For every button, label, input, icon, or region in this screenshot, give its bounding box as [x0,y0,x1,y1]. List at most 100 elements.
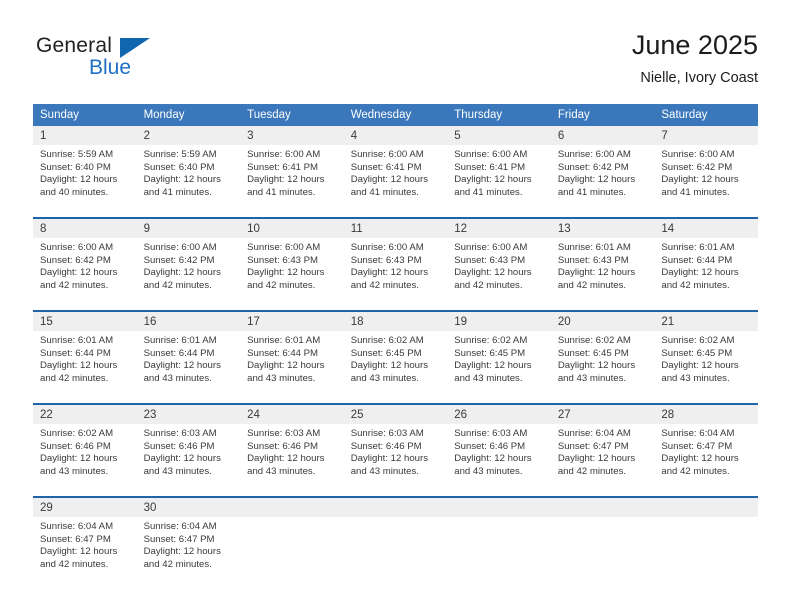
day-cell-9[interactable]: Sunrise: 6:00 AM Sunset: 6:42 PM Daylight:… [136,238,241,310]
day-cell-7[interactable]: Sunrise: 6:00 AM Sunset: 6:42 PM Daylight:… [654,145,758,217]
day-sunrise-text: Sunrise: 6:00 AM [557,149,631,160]
day-cell-27[interactable]: Sunrise: 6:04 AM Sunset: 6:47 PM Daylight:… [550,424,655,496]
day-daylight-line1-text: Daylight: 12 hours [350,267,429,279]
day-cell-11[interactable]: Sunrise: 6:00 AM Sunset: 6:43 PM Daylight:… [343,238,448,310]
day-number-20[interactable]: 20 [550,312,655,331]
day-cell-29[interactable]: Sunrise: 6:04 AM Sunset: 6:47 PM Daylight:… [33,517,137,589]
day-number-25[interactable]: 25 [343,405,448,424]
day-number-23[interactable]: 23 [136,405,241,424]
day-cell-21[interactable]: Sunrise: 6:02 AM Sunset: 6:45 PM Daylight:… [654,331,758,403]
day-daylight-line1-text: Daylight: 12 hours [661,360,739,372]
day-number-9[interactable]: 9 [136,219,241,238]
day-daylight-line1-text: Daylight: 12 hours [557,453,636,465]
day-daylight-line1-text: Daylight: 12 hours [143,174,221,186]
day-number-28[interactable]: 28 [654,405,758,424]
day-cell-2[interactable]: Sunrise: 5:59 AM Sunset: 6:40 PM Daylight:… [136,145,241,217]
day-number-16[interactable]: 16 [136,312,241,331]
day-cell-20[interactable]: Sunrise: 6:02 AM Sunset: 6:45 PM Daylight:… [550,331,655,403]
day-sunrise-text: Sunrise: 6:00 AM [247,242,321,253]
logo-generalblue[interactable]: General Blue [36,34,216,90]
day-number-17[interactable]: 17 [240,312,344,331]
day-cell-24[interactable]: Sunrise: 6:03 AM Sunset: 6:46 PM Daylight:… [240,424,344,496]
day-number-12[interactable]: 12 [447,219,551,238]
day-cell-1[interactable]: Sunrise: 5:59 AM Sunset: 6:40 PM Daylight:… [33,145,137,217]
day-number-2[interactable]: 2 [136,126,241,145]
calendar-page: General Blue June 2025 Nielle, Ivory Coa… [0,0,792,612]
day-number-24[interactable]: 24 [240,405,344,424]
calendar-info-row: Sunrise: 6:01 AM Sunset: 6:44 PM Daylight:… [33,331,758,403]
calendar-body: 1 2 3 4 5 6 7 Sunrise: 5:59 AM Sunset: 6:40 PM Da… [33,126,758,589]
day-number-14[interactable]: 14 [654,219,758,238]
day-sunrise-text: Sunrise: 6:00 AM [143,242,217,253]
day-number-27[interactable]: 27 [550,405,655,424]
day-cell-19[interactable]: Sunrise: 6:02 AM Sunset: 6:45 PM Daylight:… [447,331,551,403]
day-daylight-line2-text: and 41 minutes. [661,186,730,198]
day-daylight-line2-text: and 43 minutes. [143,465,212,477]
day-daylight-line2-text: and 42 minutes. [40,372,109,384]
day-daylight-line1-text: Daylight: 12 hours [454,267,532,279]
day-sunset-text: Sunset: 6:43 PM [454,254,526,266]
day-sunrise-text: Sunrise: 6:02 AM [40,428,114,439]
day-number-empty [240,498,344,517]
day-number-30[interactable]: 30 [136,498,241,517]
day-number-18[interactable]: 18 [343,312,448,331]
day-number-3[interactable]: 3 [240,126,344,145]
day-sunset-text: Sunset: 6:41 PM [350,161,422,173]
day-cell-13[interactable]: Sunrise: 6:01 AM Sunset: 6:43 PM Daylight:… [550,238,655,310]
day-number-11[interactable]: 11 [343,219,448,238]
day-daylight-line2-text: and 41 minutes. [143,186,212,198]
day-cell-22[interactable]: Sunrise: 6:02 AM Sunset: 6:46 PM Daylight:… [33,424,137,496]
day-cell-10[interactable]: Sunrise: 6:00 AM Sunset: 6:43 PM Daylight:… [240,238,344,310]
day-cell-4[interactable]: Sunrise: 6:00 AM Sunset: 6:41 PM Daylight:… [343,145,448,217]
day-number-7[interactable]: 7 [654,126,758,145]
day-number-13[interactable]: 13 [550,219,655,238]
day-sunset-text: Sunset: 6:46 PM [143,440,215,452]
day-number-29[interactable]: 29 [33,498,137,517]
day-number-1[interactable]: 1 [33,126,137,145]
day-cell-3[interactable]: Sunrise: 6:00 AM Sunset: 6:41 PM Daylight:… [240,145,344,217]
day-sunrise-text: Sunrise: 6:00 AM [247,149,321,160]
day-cell-8[interactable]: Sunrise: 6:00 AM Sunset: 6:42 PM Daylight:… [33,238,137,310]
day-sunrise-text: Sunrise: 6:04 AM [40,521,114,532]
day-number-21[interactable]: 21 [654,312,758,331]
calendar-daynumber-row: 8 9 10 11 12 13 14 [33,219,758,238]
day-number-22[interactable]: 22 [33,405,137,424]
day-cell-empty [343,517,448,589]
day-daylight-line1-text: Daylight: 12 hours [661,267,739,279]
day-cell-6[interactable]: Sunrise: 6:00 AM Sunset: 6:42 PM Daylight:… [550,145,655,217]
day-daylight-line1-text: Daylight: 12 hours [454,453,532,465]
day-cell-26[interactable]: Sunrise: 6:03 AM Sunset: 6:46 PM Daylight:… [447,424,551,496]
page-header: General Blue June 2025 Nielle, Ivory Coa… [0,0,792,100]
day-cell-28[interactable]: Sunrise: 6:04 AM Sunset: 6:47 PM Daylight:… [654,424,758,496]
logo-triangle-icon [120,38,150,58]
day-cell-17[interactable]: Sunrise: 6:01 AM Sunset: 6:44 PM Daylight:… [240,331,344,403]
day-cell-25[interactable]: Sunrise: 6:03 AM Sunset: 6:46 PM Daylight:… [343,424,448,496]
day-number-8[interactable]: 8 [33,219,137,238]
day-number-4[interactable]: 4 [343,126,448,145]
day-cell-14[interactable]: Sunrise: 6:01 AM Sunset: 6:44 PM Daylight:… [654,238,758,310]
day-number-19[interactable]: 19 [447,312,551,331]
day-sunrise-text: Sunrise: 6:00 AM [661,149,735,160]
day-cell-5[interactable]: Sunrise: 6:00 AM Sunset: 6:41 PM Daylight:… [447,145,551,217]
day-number-5[interactable]: 5 [447,126,551,145]
day-cell-15[interactable]: Sunrise: 6:01 AM Sunset: 6:44 PM Daylight:… [33,331,137,403]
page-title: June 2025 [631,30,758,60]
day-sunrise-text: Sunrise: 6:00 AM [350,242,424,253]
day-number-10[interactable]: 10 [240,219,344,238]
day-daylight-line1-text: Daylight: 12 hours [143,267,221,279]
day-cell-30[interactable]: Sunrise: 6:04 AM Sunset: 6:47 PM Daylight:… [136,517,241,589]
day-cell-16[interactable]: Sunrise: 6:01 AM Sunset: 6:44 PM Daylight:… [136,331,241,403]
day-number-15[interactable]: 15 [33,312,137,331]
day-sunset-text: Sunset: 6:44 PM [661,254,733,266]
day-number-26[interactable]: 26 [447,405,551,424]
day-cell-empty [447,517,551,589]
day-daylight-line1-text: Daylight: 12 hours [40,174,118,186]
day-cell-23[interactable]: Sunrise: 6:03 AM Sunset: 6:46 PM Daylight:… [136,424,241,496]
day-sunset-text: Sunset: 6:44 PM [40,347,111,359]
day-daylight-line2-text: and 42 minutes. [350,279,419,291]
day-sunrise-text: Sunrise: 6:04 AM [661,428,735,439]
day-sunset-text: Sunset: 6:42 PM [143,254,215,266]
day-cell-18[interactable]: Sunrise: 6:02 AM Sunset: 6:45 PM Daylight:… [343,331,448,403]
day-cell-12[interactable]: Sunrise: 6:00 AM Sunset: 6:43 PM Daylight:… [447,238,551,310]
day-number-6[interactable]: 6 [550,126,655,145]
